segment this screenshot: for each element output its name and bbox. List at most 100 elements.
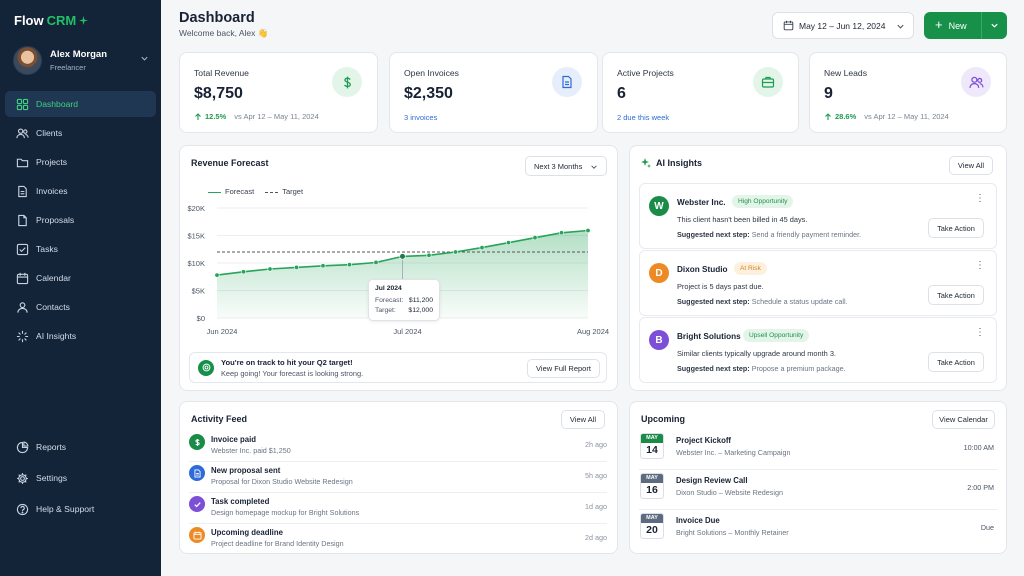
sidebar-item-dashboard[interactable]: Dashboard — [5, 91, 156, 117]
activity-item[interactable]: Upcoming deadline Project deadline for B… — [189, 524, 607, 555]
stat-change: 12.5% vs Apr 12 – May 11, 2024 — [194, 112, 319, 121]
revenue-forecast-chart[interactable]: $0 $5K $10K $15K $20K Jun 2024 Jul 2024 Aug 202… — [179, 195, 618, 345]
forecast-point — [267, 266, 273, 272]
stat-card-total-revenue[interactable]: Total Revenue $8,750 12.5% vs Apr 12 – M… — [179, 52, 378, 133]
tooltip-target-label: Target: — [375, 307, 396, 314]
sidebar-item-help[interactable]: Help & Support — [5, 496, 156, 522]
activity-title: Invoice paid — [211, 435, 257, 444]
status-badge: High Opportunity — [732, 195, 794, 208]
date-badge: MAY 20 — [640, 513, 664, 539]
sidebar-item-settings[interactable]: Settings — [5, 465, 156, 491]
insight-step-label: Suggested next step: — [677, 297, 750, 306]
new-button-main[interactable]: + New — [924, 12, 982, 39]
arrow-up-icon — [195, 112, 201, 120]
insights-view-all-button[interactable]: View All — [949, 156, 993, 175]
take-action-button[interactable]: Take Action — [928, 285, 984, 305]
sidebar-item-label: Invoices — [36, 186, 68, 196]
take-action-button[interactable]: Take Action — [928, 218, 984, 238]
sidebar-item-invoices[interactable]: Invoices — [5, 178, 156, 204]
date-day: 20 — [646, 524, 658, 536]
stat-compare: vs Apr 12 – May 11, 2024 — [864, 112, 949, 121]
sidebar-item-label: Clients — [36, 128, 63, 138]
stat-link[interactable]: 2 due this week — [617, 113, 669, 122]
activity-item[interactable]: Invoice paid Webster Inc. paid $1,250 2h… — [189, 431, 607, 462]
insight-step-text: Schedule a status update call. — [751, 297, 848, 306]
upcoming-desc: Webster Inc. – Marketing Campaign — [676, 448, 791, 457]
x-tick-label: Jun 2024 — [207, 327, 238, 336]
activity-time: 5h ago — [585, 471, 607, 480]
upcoming-time: 2:00 PM — [967, 483, 994, 492]
calendar-icon — [16, 272, 29, 284]
activity-view-all-button[interactable]: View All — [561, 410, 605, 429]
stat-link[interactable]: 3 invoices — [404, 113, 437, 122]
insight-step: Suggested next step: Send a friendly pay… — [677, 230, 861, 239]
file-icon — [18, 185, 27, 197]
new-button-label: New — [948, 20, 967, 31]
sparkle-icon — [16, 330, 29, 342]
more-icon[interactable]: ⋮ — [975, 328, 985, 338]
date-range-picker[interactable]: May 12 – Jun 12, 2024 — [772, 12, 914, 39]
forecast-point — [505, 240, 511, 246]
chart-tooltip: Jul 2024 Forecast: $11,200 Target: $12,000 — [368, 279, 440, 321]
view-calendar-button[interactable]: View Calendar — [932, 410, 995, 429]
profile-menu[interactable]: Alex Morgan Freelancer — [13, 45, 149, 75]
sidebar-item-calendar[interactable]: Calendar — [5, 265, 156, 291]
more-icon[interactable]: ⋮ — [975, 261, 985, 271]
view-full-report-button[interactable]: View Full Report — [527, 359, 600, 378]
insight-desc: Project is 5 days past due. — [677, 282, 764, 291]
page-title: Dashboard — [179, 10, 255, 26]
forecast-point — [479, 245, 485, 251]
upcoming-item[interactable]: MAY 14 Project Kickoff Webster Inc. – Mar… — [639, 430, 997, 470]
card-title: Upcoming — [641, 414, 685, 424]
card-title: Activity Feed — [191, 414, 248, 424]
sidebar-item-proposals[interactable]: Proposals — [5, 207, 156, 233]
app-logo[interactable]: Flow CRM — [14, 13, 89, 28]
stat-compare: vs Apr 12 – May 11, 2024 — [234, 112, 319, 121]
upcoming-title: Project Kickoff — [676, 436, 732, 445]
insight-step-label: Suggested next step: — [677, 364, 750, 373]
stat-card-new-leads[interactable]: New Leads 9 28.6% vs Apr 12 – May 11, 20… — [809, 52, 1007, 133]
profile-name: Alex Morgan — [50, 48, 108, 60]
sidebar-item-clients[interactable]: Clients — [5, 120, 156, 146]
forecast-period-select[interactable]: Next 3 Months — [525, 156, 607, 176]
stat-change: 28.6% vs Apr 12 – May 11, 2024 — [824, 112, 949, 121]
new-dropdown-toggle[interactable] — [982, 21, 1007, 30]
sidebar-item-contacts[interactable]: Contacts — [5, 294, 156, 320]
sidebar-item-ai-insights[interactable]: AI Insights — [5, 323, 156, 349]
stat-card-open-invoices[interactable]: Open Invoices $2,350 3 invoices — [389, 52, 598, 133]
stat-value: $8,750 — [194, 85, 243, 102]
tooltip-title: Jul 2024 — [375, 285, 402, 292]
sidebar-item-reports[interactable]: Reports — [5, 434, 156, 460]
forecast-point — [452, 249, 458, 255]
insight-name: Dixon Studio — [677, 265, 728, 274]
sidebar-item-label: Contacts — [36, 302, 70, 312]
stat-card-active-projects[interactable]: Active Projects 6 2 due this week — [602, 52, 799, 133]
take-action-button[interactable]: Take Action — [928, 352, 984, 372]
insight-desc: This client hasn't been billed in 45 day… — [677, 215, 808, 224]
more-icon[interactable]: ⋮ — [975, 194, 985, 204]
contacts-icon — [17, 301, 28, 313]
stat-label: Open Invoices — [404, 68, 459, 78]
sidebar-item-projects[interactable]: Projects — [5, 149, 156, 175]
insight-item: B Bright Solutions Upsell Opportunity ⋮ … — [639, 317, 997, 383]
activity-item[interactable]: New proposal sent Proposal for Dixon Stu… — [189, 462, 607, 493]
date-month: MAY — [641, 434, 663, 443]
forecast-point — [532, 235, 538, 241]
period-value: Next 3 Months — [534, 161, 583, 171]
chevron-down-icon — [897, 24, 904, 29]
upcoming-item[interactable]: MAY 20 Invoice Due Bright Solutions – Mon… — [639, 510, 997, 550]
upcoming-item[interactable]: MAY 16 Design Review Call Dixon Studio – … — [639, 470, 997, 510]
sidebar-item-label: Dashboard — [36, 99, 79, 109]
activity-desc: Proposal for Dixon Studio Website Redesi… — [211, 477, 353, 486]
tooltip-target-value: $12,000 — [408, 307, 433, 314]
sidebar-item-tasks[interactable]: Tasks — [5, 236, 156, 262]
chevron-down-icon — [591, 165, 597, 169]
activity-item[interactable]: Task completed Design homepage mockup fo… — [189, 493, 607, 524]
stat-change-value: 12.5% — [205, 112, 227, 121]
y-tick-label: $0 — [197, 314, 205, 323]
activity-desc: Project deadline for Brand Identity Desi… — [211, 539, 344, 548]
status-badge: Upsell Opportunity — [743, 329, 810, 342]
sidebar-item-label: Settings — [36, 473, 68, 483]
upcoming-title: Design Review Call — [676, 476, 748, 485]
new-button[interactable]: + New — [924, 12, 1007, 39]
